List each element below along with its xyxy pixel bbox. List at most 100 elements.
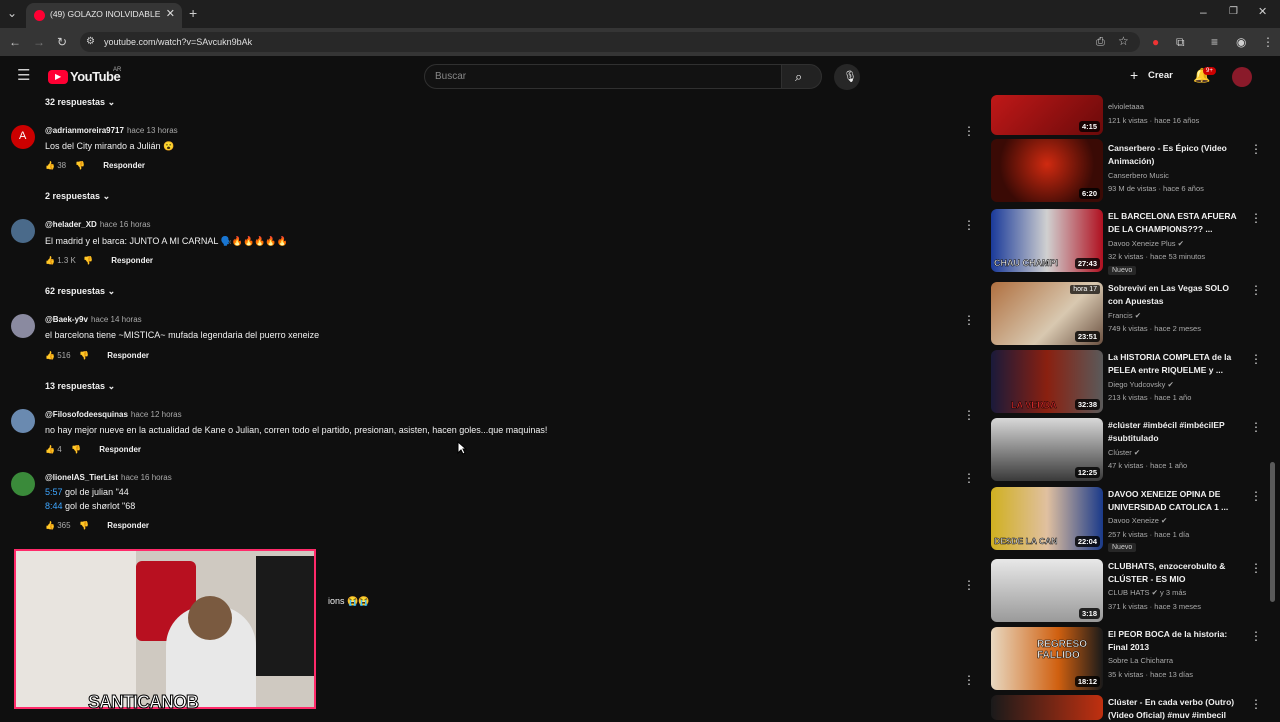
avatar[interactable] xyxy=(11,409,35,433)
video-channel[interactable]: CLUB HATS ✔ y 3 más xyxy=(1108,588,1186,597)
video-menu-icon[interactable]: ⋮ xyxy=(1250,352,1262,366)
dislike-icon[interactable]: 👎 xyxy=(79,521,105,530)
channel-name[interactable]: Clúster xyxy=(1108,448,1132,457)
scrollbar-thumb[interactable] xyxy=(1270,462,1275,602)
comment-menu-icon[interactable]: ⋮ xyxy=(963,313,975,327)
video-menu-icon[interactable]: ⋮ xyxy=(1250,697,1262,711)
video-thumbnail[interactable]: 6:20 xyxy=(991,139,1103,202)
comment-username[interactable]: @lionelAS_TierList xyxy=(45,473,118,482)
like-icon[interactable]: 👍 365 xyxy=(45,521,79,530)
tab-close-icon[interactable]: ✕ xyxy=(166,7,175,20)
search-button[interactable]: ⌕ xyxy=(781,64,822,89)
channel-name[interactable]: Diego Yudcovsky xyxy=(1108,380,1165,389)
video-thumbnail[interactable]: 4:15 xyxy=(991,95,1103,135)
comment-username[interactable]: @helader_XD xyxy=(45,220,97,229)
reply-button[interactable]: Responder xyxy=(99,445,141,454)
reply-button[interactable]: Responder xyxy=(111,256,153,265)
comment-author[interactable]: @lionelAS_TierList hace 16 horas xyxy=(45,473,172,482)
replies-toggle[interactable]: 62 respuestas ⌄ xyxy=(45,286,115,297)
window-close-icon[interactable]: ✕ xyxy=(1258,5,1267,19)
reload-icon[interactable]: ↻ xyxy=(57,35,67,49)
browser-tab[interactable]: (49) GOLAZO INOLVIDABLE DE ✕ xyxy=(26,3,182,28)
video-thumbnail[interactable]: DESDE LA CAN 22:04 xyxy=(991,487,1103,550)
comment-menu-icon[interactable]: ⋮ xyxy=(963,471,975,485)
video-thumbnail[interactable]: 12:25 xyxy=(991,418,1103,481)
video-channel[interactable]: Diego Yudcovsky ✔ xyxy=(1108,380,1174,389)
video-channel[interactable]: elvioletaaa xyxy=(1108,102,1144,111)
voice-search-button[interactable]: 🎙 xyxy=(834,64,860,90)
create-button[interactable]: + Crear xyxy=(1124,65,1180,87)
dislike-icon[interactable]: 👎 xyxy=(83,256,109,265)
video-thumbnail[interactable]: hora 17 23:51 xyxy=(991,282,1103,345)
video-thumbnail[interactable]: 3:18 xyxy=(991,559,1103,622)
new-tab-icon[interactable]: + xyxy=(189,6,197,20)
comment-author[interactable]: @adrianmoreira9717 hace 13 horas xyxy=(45,126,178,135)
video-channel[interactable]: Sobre La Chicharra xyxy=(1108,656,1173,665)
video-menu-icon[interactable]: ⋮ xyxy=(1250,561,1262,575)
video-menu-icon[interactable]: ⋮ xyxy=(1250,420,1262,434)
youtube-logo-icon[interactable]: ▶ xyxy=(48,70,68,84)
avatar[interactable]: A xyxy=(11,125,35,149)
comment-author[interactable]: @helader_XD hace 16 horas xyxy=(45,220,151,229)
reading-list-icon[interactable]: ≡ xyxy=(1211,35,1218,49)
extensions-puzzle-icon[interactable]: ⧉ xyxy=(1176,35,1185,49)
video-channel[interactable]: Davoo Xeneize Plus ✔ xyxy=(1108,239,1184,248)
like-icon[interactable]: 👍 38 xyxy=(45,161,75,170)
video-thumbnail[interactable]: LA VERDA 32:38 xyxy=(991,350,1103,413)
install-app-icon[interactable]: ⎙ xyxy=(1096,35,1105,49)
browser-menu-icon[interactable]: ⋮ xyxy=(1262,35,1274,49)
search-input[interactable]: Buscar xyxy=(424,64,782,89)
video-title[interactable]: El PEOR BOCA de la historia: Final 2013 xyxy=(1108,628,1240,654)
comment-username[interactable]: @Filosofodeesquinas xyxy=(45,410,128,419)
video-thumbnail[interactable] xyxy=(991,695,1103,720)
comment-menu-icon[interactable]: ⋮ xyxy=(963,408,975,422)
comment-time[interactable]: hace 12 horas xyxy=(131,410,182,419)
forward-icon[interactable]: → xyxy=(33,35,45,49)
video-channel[interactable]: Canserbero Music xyxy=(1108,171,1169,180)
maximize-icon[interactable]: ❐ xyxy=(1229,5,1238,19)
video-title[interactable]: Sobreviví en Las Vegas SOLO con Apuestas xyxy=(1108,282,1240,308)
like-icon[interactable]: 👍 1.3 K xyxy=(45,256,83,265)
comment-time[interactable]: hace 14 horas xyxy=(91,315,142,324)
channel-name[interactable]: Davoo Xeneize Plus xyxy=(1108,239,1176,248)
video-title[interactable]: CLUBHATS, enzocerobulto & CLÚSTER - ES M… xyxy=(1108,560,1240,586)
tab-search-icon[interactable]: ⌄ xyxy=(7,6,17,20)
like-icon[interactable]: 👍 4 xyxy=(45,445,71,454)
reply-button[interactable]: Responder xyxy=(103,161,145,170)
extension-icon[interactable]: ● xyxy=(1152,35,1159,49)
comment-username[interactable]: @Baek-y9v xyxy=(45,315,88,324)
video-title[interactable]: EL BARCELONA ESTA AFUERA DE LA CHAMPIONS… xyxy=(1108,210,1240,236)
timestamp-link[interactable]: 8:44 xyxy=(45,501,63,511)
comment-menu-icon[interactable]: ⋮ xyxy=(963,218,975,232)
dislike-icon[interactable]: 👎 xyxy=(75,161,101,170)
bookmark-star-icon[interactable]: ☆ xyxy=(1118,34,1129,48)
replies-toggle[interactable]: 32 respuestas ⌄ xyxy=(45,97,115,108)
video-menu-icon[interactable]: ⋮ xyxy=(1250,211,1262,225)
like-icon[interactable]: 👍 516 xyxy=(45,351,79,360)
dislike-icon[interactable]: 👎 xyxy=(71,445,97,454)
avatar[interactable] xyxy=(11,472,35,496)
minimize-icon[interactable]: – xyxy=(1200,5,1207,19)
site-info-icon[interactable]: ⚙ xyxy=(86,35,95,49)
video-thumbnail[interactable]: REGRESO FALLIDO 18:12 xyxy=(991,627,1103,690)
channel-name[interactable]: Francis xyxy=(1108,311,1133,320)
video-channel[interactable]: Davoo Xeneize ✔ xyxy=(1108,516,1167,525)
comment-time[interactable]: hace 16 horas xyxy=(121,473,172,482)
back-icon[interactable]: ← xyxy=(9,35,21,49)
channel-name[interactable]: Davoo Xeneize xyxy=(1108,516,1159,525)
reply-button[interactable]: Responder xyxy=(107,351,149,360)
video-channel[interactable]: Francis ✔ xyxy=(1108,311,1141,320)
url-text[interactable]: youtube.com/watch?v=SAvcukn9bAk xyxy=(104,37,252,47)
avatar[interactable] xyxy=(11,219,35,243)
video-channel[interactable]: Clúster ✔ xyxy=(1108,448,1140,457)
comment-author[interactable]: @Filosofodeesquinas hace 12 horas xyxy=(45,410,182,419)
dislike-icon[interactable]: 👎 xyxy=(79,351,105,360)
video-thumbnail[interactable]: CHAU CHAMPI 27:43 xyxy=(991,209,1103,272)
profile-icon[interactable]: ◉ xyxy=(1236,35,1246,49)
comment-time[interactable]: hace 13 horas xyxy=(127,126,178,135)
reply-button[interactable]: Responder xyxy=(107,521,149,530)
replies-toggle[interactable]: 2 respuestas ⌄ xyxy=(45,191,110,202)
video-menu-icon[interactable]: ⋮ xyxy=(1250,142,1262,156)
video-title[interactable]: DAVOO XENEIZE OPINA DE UNIVERSIDAD CATOL… xyxy=(1108,488,1240,514)
hamburger-menu-icon[interactable]: ☰ xyxy=(17,68,30,83)
